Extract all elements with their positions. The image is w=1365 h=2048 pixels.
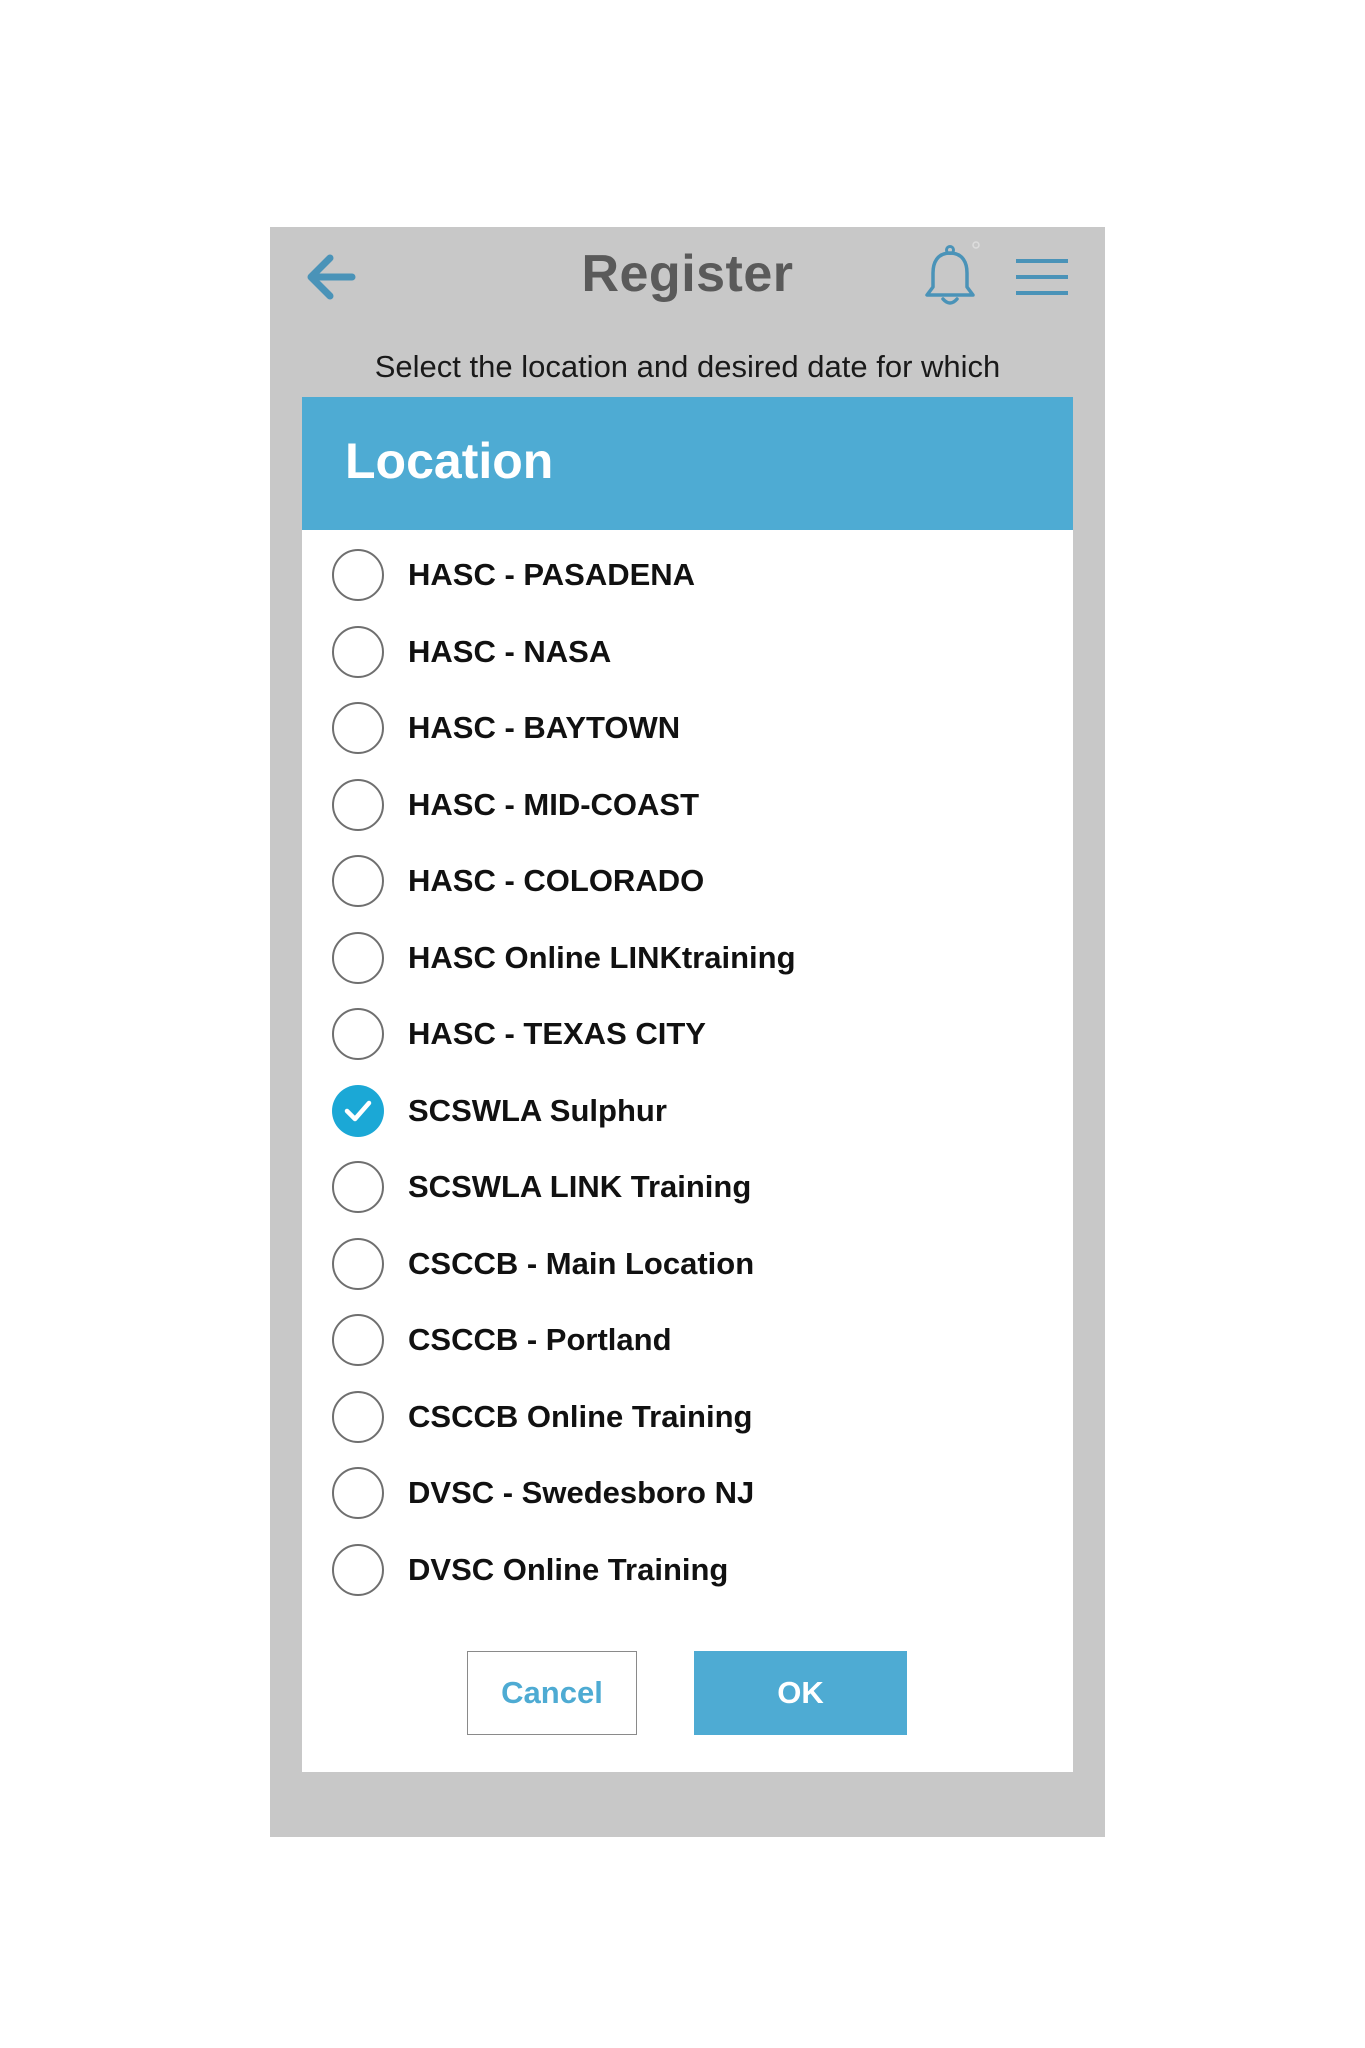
location-option[interactable]: CSCCB - Portland [332, 1307, 1052, 1373]
location-option-label: HASC - BAYTOWN [408, 710, 681, 745]
hamburger-menu-icon [1016, 259, 1068, 295]
location-option-label: HASC - PASADENA [408, 557, 696, 592]
menu-button[interactable] [1014, 249, 1070, 305]
location-option-label: CSCCB - Main Location [408, 1245, 755, 1281]
notifications-button[interactable] [920, 241, 980, 313]
location-option-label: DVSC Online Training [408, 1551, 729, 1587]
bell-icon [925, 241, 980, 305]
location-option[interactable]: SCSWLA Sulphur [332, 1078, 1052, 1144]
location-option[interactable]: SCSWLA LINK Training [332, 1154, 1052, 1220]
radio-button[interactable] [332, 625, 384, 678]
radio-checked[interactable] [332, 1084, 384, 1137]
radio-button[interactable] [332, 778, 384, 831]
top-bar: Register [270, 227, 1105, 327]
location-option[interactable]: HASC - TEXAS CITY [332, 1001, 1052, 1067]
instructions-text: Select the location and desired date for… [374, 349, 1001, 384]
location-option-label: HASC - TEXAS CITY [408, 1016, 706, 1051]
ok-button[interactable]: OK [694, 1651, 907, 1735]
location-option[interactable]: HASC - COLORADO [332, 848, 1052, 914]
radio-button[interactable] [332, 855, 384, 907]
location-option-label: DVSC - Swedesboro NJ [408, 1475, 755, 1510]
dialog-title: Location [345, 433, 554, 489]
radio-button[interactable] [332, 931, 384, 984]
checkmark-icon [344, 1100, 372, 1121]
location-option[interactable]: DVSC - Swedesboro NJ [332, 1460, 1052, 1526]
radio-button[interactable] [332, 549, 384, 601]
radio-button[interactable] [332, 702, 384, 754]
dialog-header: Location [302, 397, 1073, 530]
location-option-label: HASC - NASA [408, 633, 612, 669]
location-option[interactable]: HASC - PASADENA [332, 542, 1052, 608]
location-option[interactable]: HASC - NASA [332, 619, 1052, 685]
radio-button[interactable] [332, 1314, 384, 1366]
cancel-button[interactable]: Cancel [467, 1651, 637, 1735]
radio-button[interactable] [332, 1161, 384, 1213]
radio-button[interactable] [332, 1390, 384, 1443]
location-dialog: Location HASC - PASADENA HASC - NASA HASC … [302, 397, 1073, 1772]
location-option-label: SCSWLA LINK Training [408, 1169, 752, 1204]
radio-button[interactable] [332, 1467, 384, 1519]
radio-button[interactable] [332, 1237, 384, 1290]
location-option[interactable]: DVSC Online Training [332, 1537, 1052, 1603]
location-option[interactable]: HASC - BAYTOWN [332, 695, 1052, 761]
location-option[interactable]: HASC Online LINKtraining [332, 925, 1052, 991]
location-option-label: HASC - COLORADO [408, 863, 705, 898]
location-option[interactable]: CSCCB - Main Location [332, 1231, 1052, 1297]
app-screen: Register Select the location and desired… [270, 227, 1105, 1837]
location-option-label: HASC - MID-COAST [408, 786, 700, 822]
radio-button[interactable] [332, 1543, 384, 1596]
location-option-label: CSCCB - Portland [408, 1322, 672, 1357]
location-option-label: HASC Online LINKtraining [408, 939, 796, 975]
location-option[interactable]: CSCCB Online Training [332, 1384, 1052, 1450]
radio-button[interactable] [332, 1008, 384, 1060]
location-option[interactable]: HASC - MID-COAST [332, 772, 1052, 838]
location-option-label: SCSWLA Sulphur [408, 1092, 667, 1128]
location-option-label: CSCCB Online Training [408, 1398, 753, 1434]
